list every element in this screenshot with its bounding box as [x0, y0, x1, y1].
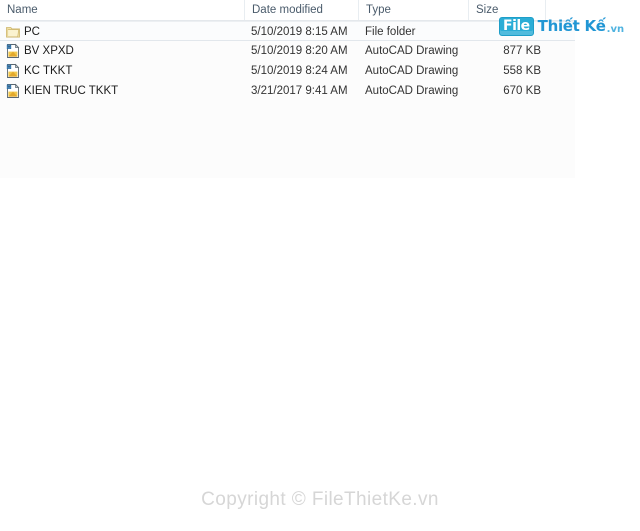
table-row[interactable]: KC TKKT 5/10/2019 8:24 AM AutoCAD Drawin…: [0, 61, 575, 81]
file-list-rows: PC 5/10/2019 8:15 AM File folder BV XPXD…: [0, 21, 575, 101]
file-type: AutoCAD Drawing: [365, 85, 459, 97]
file-size: 670 KB: [503, 85, 541, 97]
table-row[interactable]: KIEN TRUC TKKT 3/21/2017 9:41 AM AutoCAD…: [0, 81, 575, 101]
file-name: PC: [24, 26, 40, 38]
file-name: KIEN TRUC TKKT: [24, 85, 119, 97]
autocad-drawing-icon: [5, 43, 21, 59]
file-date-modified: 5/10/2019 8:24 AM: [251, 65, 348, 77]
file-type: AutoCAD Drawing: [365, 45, 459, 57]
file-type: AutoCAD Drawing: [365, 65, 459, 77]
file-date-modified: 5/10/2019 8:15 AM: [251, 26, 348, 38]
file-size: 558 KB: [503, 65, 541, 77]
file-date-modified: 3/21/2017 9:41 AM: [251, 85, 348, 97]
filethietke-watermark-logo: File Thiết Kế .vn: [499, 14, 624, 38]
table-row[interactable]: PC 5/10/2019 8:15 AM File folder: [0, 21, 575, 41]
column-header-date-modified[interactable]: Date modified: [244, 0, 358, 20]
logo-file-text: File: [503, 17, 530, 34]
autocad-drawing-icon: [5, 83, 21, 99]
logo-brand-text: Thiết Kế: [537, 17, 606, 35]
autocad-drawing-icon: [5, 63, 21, 79]
table-row[interactable]: BV XPXD 5/10/2019 8:20 AM AutoCAD Drawin…: [0, 41, 575, 61]
copyright-watermark: Copyright © FileThietKe.vn: [201, 489, 439, 510]
file-name: KC TKKT: [24, 65, 73, 77]
column-header-type[interactable]: Type: [358, 0, 468, 20]
file-date-modified: 5/10/2019 8:20 AM: [251, 45, 348, 57]
folder-icon: [5, 24, 21, 40]
file-type: File folder: [365, 26, 416, 38]
logo-file-badge: File: [499, 16, 534, 36]
file-name: BV XPXD: [24, 45, 74, 57]
column-header-name[interactable]: Name: [0, 0, 244, 20]
file-size: 877 KB: [503, 45, 541, 57]
logo-tld-text: .vn: [606, 24, 625, 35]
file-explorer-panel: Name Date modified Type Size PC 5/10/201…: [0, 0, 575, 178]
column-header-row: Name Date modified Type Size: [0, 0, 575, 21]
